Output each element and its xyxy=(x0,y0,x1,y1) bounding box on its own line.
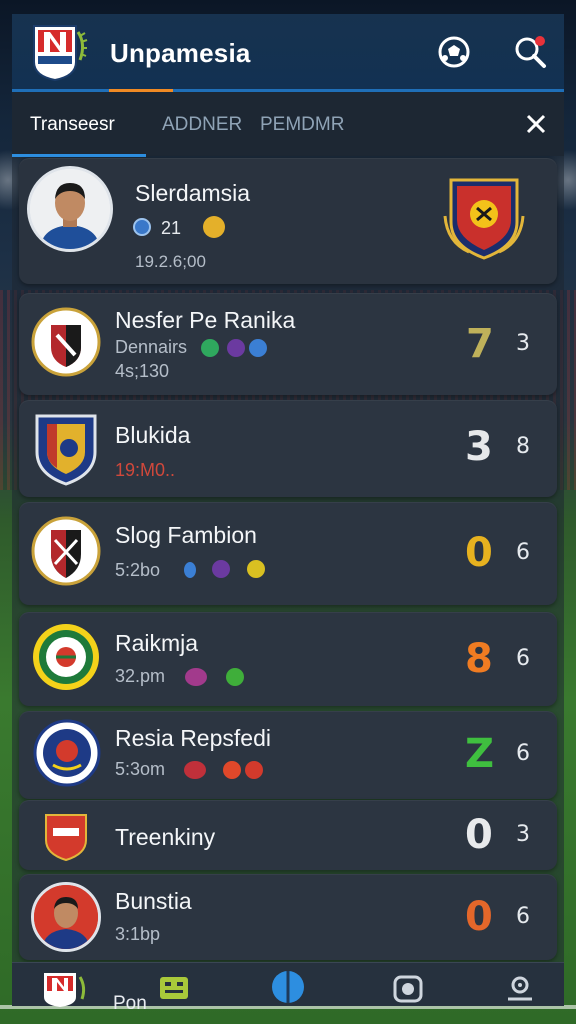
status-dot-icon xyxy=(227,339,245,357)
team-points: 3 xyxy=(516,331,530,356)
team-subtitle: 19:M0.. xyxy=(115,460,176,480)
nav-label: Pon xyxy=(113,993,147,1014)
soccer-ball-icon[interactable] xyxy=(436,34,472,70)
status-dot-icon xyxy=(201,339,219,357)
club-crest-icon xyxy=(33,624,99,690)
tab-bar: Transeesr ADDNER PEMDMR xyxy=(12,92,564,156)
team-subtitle: 5:3om xyxy=(115,759,166,779)
team-name: Slog Fambion xyxy=(115,522,257,548)
app-window: Unpamesia Transeesr ADDNER PEMDMR Slerda… xyxy=(12,14,564,1014)
status-dot-icon xyxy=(226,668,244,686)
team-points: 3 xyxy=(516,822,530,847)
team-row[interactable]: Blukida 19:M0.. 3 8 xyxy=(19,400,557,497)
team-subtitle: 5:2bo xyxy=(115,560,161,580)
player-avatar xyxy=(31,882,101,952)
team-row[interactable]: Raikmja 32.pm 8 6 xyxy=(19,612,557,706)
status-dot-icon xyxy=(223,761,241,779)
club-crest-icon xyxy=(35,414,97,486)
club-crest-icon xyxy=(31,516,101,586)
club-crest-icon xyxy=(443,178,525,260)
app-logo-icon[interactable] xyxy=(30,22,88,82)
profile-icon[interactable] xyxy=(502,971,538,1007)
team-score: 7 xyxy=(466,321,494,367)
status-dot-icon xyxy=(185,668,207,686)
club-crest-icon xyxy=(31,307,101,377)
team-points: 6 xyxy=(516,646,530,671)
club-crest-icon xyxy=(45,814,87,862)
tab-transeesr[interactable]: Transeesr xyxy=(30,114,115,136)
camera-icon[interactable] xyxy=(390,971,426,1007)
team-points: 8 xyxy=(516,434,530,459)
status-dot-icon xyxy=(212,560,230,578)
club-crest-icon xyxy=(33,719,101,787)
team-name: Raikmja xyxy=(115,630,199,656)
home-crest-icon[interactable] xyxy=(40,971,88,1007)
app-header: Unpamesia xyxy=(12,14,564,92)
player-photo-icon xyxy=(34,885,98,949)
team-score: 0 xyxy=(465,894,493,940)
team-subtitle: Dennairs xyxy=(115,337,188,357)
featured-player-card[interactable]: Slerdamsia 21 19.2.6;00 xyxy=(19,158,557,284)
team-score: 0 xyxy=(465,530,493,576)
search-icon[interactable] xyxy=(512,34,548,70)
team-name: Blukida xyxy=(115,422,191,448)
team-score: 0 xyxy=(465,812,493,858)
team-score: 8 xyxy=(465,636,493,682)
badge-icon xyxy=(133,218,151,236)
team-points: 6 xyxy=(516,904,530,929)
app-title: Unpamesia xyxy=(110,38,251,68)
featured-time: 19.2.6;00 xyxy=(135,252,206,271)
team-time: 4s;130 xyxy=(115,361,170,381)
status-dot-icon xyxy=(184,562,196,578)
featured-stat: 21 xyxy=(161,218,182,238)
status-dot-icon xyxy=(245,761,263,779)
status-dot-icon xyxy=(249,339,267,357)
globe-icon[interactable] xyxy=(270,969,306,1005)
status-dot-icon xyxy=(184,761,206,779)
team-subtitle: 32.pm xyxy=(115,666,166,686)
team-name: Resia Repsfedi xyxy=(115,725,271,751)
team-points: 6 xyxy=(516,540,530,565)
tab-addner[interactable]: ADDNER xyxy=(162,114,242,136)
coin-icon xyxy=(203,216,225,238)
team-row[interactable]: Treenkiny 0 3 xyxy=(19,800,557,870)
team-points: 6 xyxy=(516,741,530,766)
team-name: Bunstia xyxy=(115,888,192,914)
team-row[interactable]: Resia Repsfedi 5:3om Z 6 xyxy=(19,711,557,799)
team-row[interactable]: Nesfer Pe Ranika Dennairs 4s;130 7 3 xyxy=(19,293,557,395)
close-icon[interactable] xyxy=(522,110,550,138)
team-score: 3 xyxy=(465,424,493,470)
bottom-navigation: Pon xyxy=(12,962,564,1014)
team-subtitle: 3:1bp xyxy=(115,924,161,944)
player-photo-icon xyxy=(30,169,110,249)
player-avatar xyxy=(27,166,113,252)
status-dot-icon xyxy=(247,560,265,578)
team-row[interactable]: Bunstia 3:1bp 0 6 xyxy=(19,874,557,960)
team-name: Treenkiny xyxy=(115,824,216,850)
tab-pemdmr[interactable]: PEMDMR xyxy=(260,114,344,136)
team-name: Nesfer Pe Ranika xyxy=(115,307,296,333)
featured-player-name: Slerdamsia xyxy=(135,180,251,206)
team-score: Z xyxy=(465,731,495,777)
active-tab-indicator xyxy=(12,154,146,157)
bracket-icon[interactable] xyxy=(156,971,192,1007)
team-row[interactable]: Slog Fambion 5:2bo 0 6 xyxy=(19,502,557,605)
